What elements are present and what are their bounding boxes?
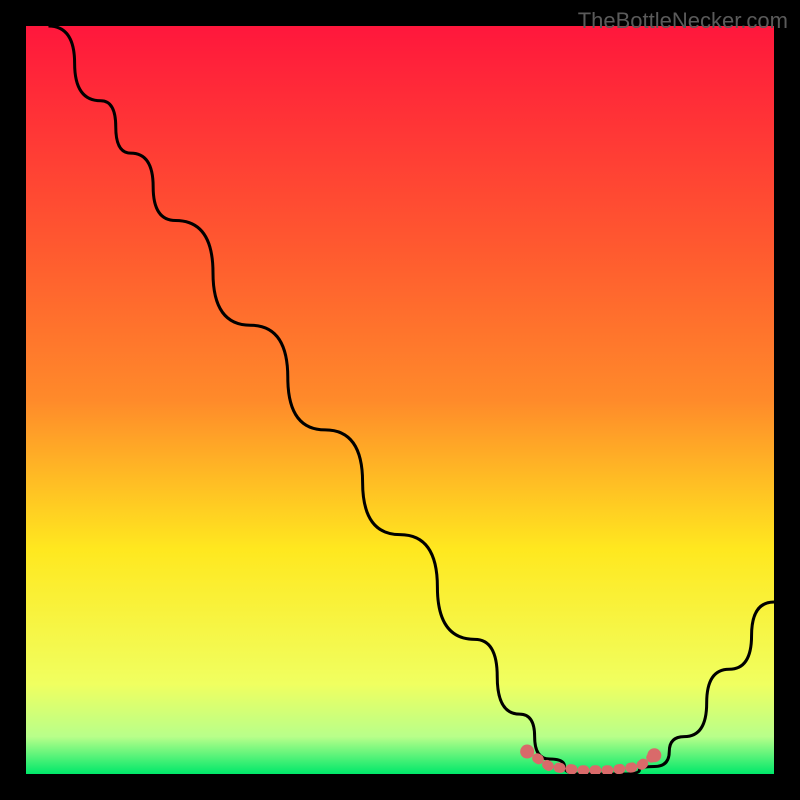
chart-area — [26, 26, 774, 774]
watermark-text: TheBottleNecker.com — [578, 8, 788, 34]
chart-background — [26, 26, 774, 774]
highlight-start-dot — [520, 745, 534, 759]
highlight-end-dot — [647, 748, 661, 762]
chart-svg — [26, 26, 774, 774]
